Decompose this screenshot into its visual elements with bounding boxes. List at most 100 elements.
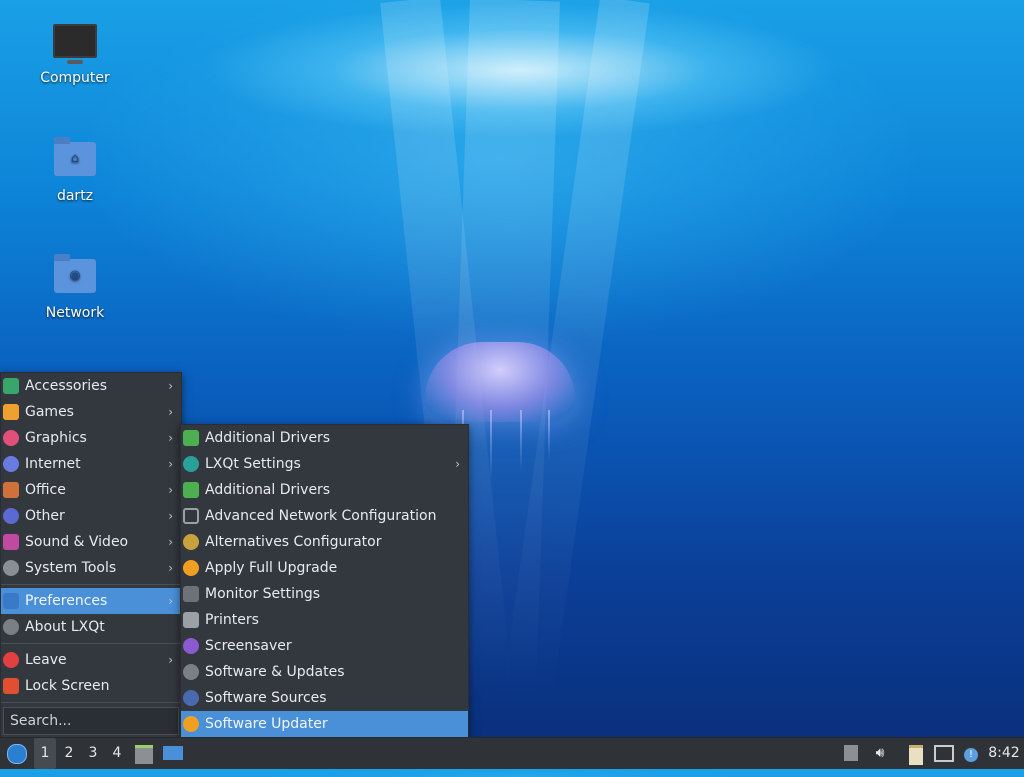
network-status-button[interactable] — [934, 738, 954, 769]
main-menu: Accessories › Games › Graphics › Interne… — [0, 372, 182, 738]
system-tools-icon — [3, 560, 19, 576]
menu-item-label: Software Sources — [205, 690, 327, 706]
games-icon — [3, 404, 19, 420]
home-folder-icon: ⌂ — [53, 137, 97, 182]
monitor-icon — [183, 586, 199, 602]
menu-separator — [1, 643, 181, 644]
clipboard-button[interactable] — [906, 738, 926, 769]
menu-item-label: Additional Drivers — [205, 430, 331, 446]
chevron-right-icon: › — [168, 431, 173, 445]
volume-button[interactable]: 🔊︎ — [870, 738, 890, 769]
menu-item-leave[interactable]: Leave › — [1, 647, 181, 673]
menu-separator — [1, 584, 181, 585]
desktop-icon-label: Network — [45, 305, 105, 321]
jellyfish-tentacle — [548, 410, 550, 460]
menu-category-office[interactable]: Office › — [1, 477, 181, 503]
tray-eject-button[interactable] — [842, 738, 860, 769]
chevron-right-icon: › — [455, 457, 460, 471]
pref-item-advanced-network-configuration[interactable]: Advanced Network Configuration — [181, 503, 468, 529]
pref-item-alternatives-configurator[interactable]: Alternatives Configurator — [181, 529, 468, 555]
computer-icon — [53, 24, 97, 64]
chevron-right-icon: › — [168, 535, 173, 549]
menu-item-about[interactable]: About LXQt — [1, 614, 181, 640]
lxqt-settings-icon — [183, 456, 199, 472]
file-manager-launcher[interactable] — [134, 738, 154, 769]
jellyfish-tentacle — [520, 410, 522, 470]
menu-item-lock-screen[interactable]: Lock Screen — [1, 673, 181, 699]
desktop-icon-computer[interactable]: Computer — [20, 24, 130, 86]
menu-item-label: Screensaver — [205, 638, 292, 654]
updater-icon — [183, 716, 199, 732]
alternatives-icon — [183, 534, 199, 550]
chip-icon — [183, 430, 199, 446]
desktop-icon-network[interactable]: ◉ Network — [20, 254, 130, 321]
pref-item-software-updater[interactable]: Software Updater — [181, 711, 468, 737]
menu-item-label: Printers — [205, 612, 259, 628]
workspace-4-button[interactable]: 4 — [106, 738, 128, 769]
sound-video-icon — [3, 534, 19, 550]
menu-item-label: Advanced Network Configuration — [205, 508, 437, 524]
jellyfish-tentacle — [490, 410, 492, 480]
office-icon — [3, 482, 19, 498]
clock[interactable]: 8:42 — [986, 738, 1022, 769]
menu-category-internet[interactable]: Internet › — [1, 451, 181, 477]
pref-item-software-updates[interactable]: Software & Updates — [181, 659, 468, 685]
accessories-icon — [3, 378, 19, 394]
menu-category-preferences[interactable]: Preferences › — [1, 588, 181, 614]
preferences-icon — [3, 593, 19, 609]
chevron-right-icon: › — [168, 379, 173, 393]
pref-item-software-sources[interactable]: Software Sources — [181, 685, 468, 711]
chevron-right-icon: › — [168, 457, 173, 471]
power-icon — [3, 652, 19, 668]
pref-item-additional-drivers[interactable]: Additional Drivers — [181, 477, 468, 503]
menu-item-label: Sound & Video — [25, 534, 129, 550]
update-notifier-button[interactable]: ! — [960, 738, 982, 769]
show-desktop-icon — [163, 746, 183, 760]
file-manager-icon — [135, 745, 153, 764]
desktop-icon-label: Computer — [40, 70, 110, 86]
screensaver-icon — [183, 638, 199, 654]
menu-category-sound-video[interactable]: Sound & Video › — [1, 529, 181, 555]
menu-item-label: Additional Drivers — [205, 482, 331, 498]
menu-category-other[interactable]: Other › — [1, 503, 181, 529]
chevron-right-icon: › — [168, 483, 173, 497]
menu-category-system-tools[interactable]: System Tools › — [1, 555, 181, 581]
lock-icon — [3, 678, 19, 694]
graphics-icon — [3, 430, 19, 446]
workspace-2-button[interactable]: 2 — [58, 738, 80, 769]
printer-icon — [183, 612, 199, 628]
menu-item-label: Internet — [25, 456, 81, 472]
workspace-1-button[interactable]: 1 — [34, 738, 56, 769]
start-menu-button[interactable] — [4, 738, 30, 769]
desktop-icon-label: dartz — [56, 188, 94, 204]
pref-item-additional-drivers[interactable]: Additional Drivers — [181, 425, 468, 451]
pref-item-monitor-settings[interactable]: Monitor Settings — [181, 581, 468, 607]
menu-category-accessories[interactable]: Accessories › — [1, 373, 181, 399]
chip-icon — [183, 482, 199, 498]
workspace-3-button[interactable]: 3 — [82, 738, 104, 769]
lubuntu-logo-icon — [7, 744, 27, 764]
chevron-right-icon: › — [168, 561, 173, 575]
menu-item-label: About LXQt — [25, 619, 105, 635]
network-folder-icon: ◉ — [53, 254, 97, 299]
pref-item-lxqt-settings[interactable]: LXQt Settings › — [181, 451, 468, 477]
pref-item-screensaver[interactable]: Screensaver — [181, 633, 468, 659]
menu-item-label: Accessories — [25, 378, 108, 394]
desktop-icon-home[interactable]: ⌂ dartz — [20, 137, 130, 204]
menu-item-label: Apply Full Upgrade — [205, 560, 338, 576]
menu-category-graphics[interactable]: Graphics › — [1, 425, 181, 451]
menu-search-input[interactable]: Search... — [3, 707, 179, 735]
menu-category-games[interactable]: Games › — [1, 399, 181, 425]
pref-item-printers[interactable]: Printers — [181, 607, 468, 633]
menu-item-label: Games — [25, 404, 74, 420]
internet-icon — [3, 456, 19, 472]
menu-item-label: Software & Updates — [205, 664, 345, 680]
pref-item-apply-full-upgrade[interactable]: Apply Full Upgrade — [181, 555, 468, 581]
show-desktop-button[interactable] — [162, 738, 184, 769]
menu-item-label: System Tools — [25, 560, 117, 576]
network-config-icon — [183, 508, 199, 524]
other-icon — [3, 508, 19, 524]
eject-icon — [844, 745, 858, 761]
menu-separator — [1, 702, 181, 703]
network-wired-icon — [934, 745, 954, 762]
